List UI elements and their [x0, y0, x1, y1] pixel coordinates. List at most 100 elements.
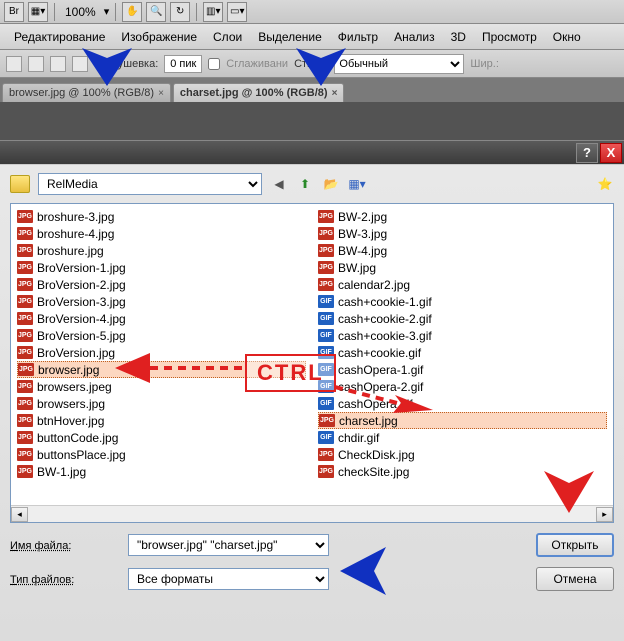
- menu-layers[interactable]: Слои: [205, 26, 250, 48]
- menu-3d[interactable]: 3D: [443, 26, 474, 48]
- jpg-file-icon: JPG: [17, 210, 33, 223]
- zoom-tool-icon[interactable]: 🔍: [146, 2, 166, 22]
- file-item[interactable]: GIFcashOpera.gif: [318, 395, 607, 412]
- doc-tab-label: charset.jpg @ 100% (RGB/8): [180, 87, 328, 99]
- file-item[interactable]: JPGbtnHover.jpg: [17, 412, 306, 429]
- file-name: BW-1.jpg: [37, 465, 86, 479]
- file-item[interactable]: JPGBW-2.jpg: [318, 208, 607, 225]
- file-item[interactable]: JPGBW-3.jpg: [318, 225, 607, 242]
- marquee-col-icon[interactable]: [72, 56, 88, 72]
- dialog-close-button[interactable]: X: [600, 143, 622, 163]
- file-name: checkSite.jpg: [338, 465, 409, 479]
- help-button[interactable]: ?: [576, 143, 598, 163]
- gif-file-icon: GIF: [318, 346, 334, 359]
- doc-tab-browser[interactable]: browser.jpg @ 100% (RGB/8) ×: [2, 83, 171, 102]
- file-item[interactable]: JPGbrowsers.jpeg: [17, 378, 306, 395]
- marquee-rect-icon[interactable]: [6, 56, 22, 72]
- file-name: broshure.jpg: [37, 244, 104, 258]
- menu-edit[interactable]: Редактирование: [6, 26, 113, 48]
- menu-view[interactable]: Просмотр: [474, 26, 545, 48]
- file-item[interactable]: JPGBroVersion-4.jpg: [17, 310, 306, 327]
- look-in-select[interactable]: RelMedia: [38, 173, 262, 195]
- scroll-left-icon[interactable]: ◂: [11, 507, 28, 522]
- file-item[interactable]: JPGbroshure-3.jpg: [17, 208, 306, 225]
- file-item[interactable]: JPGcharset.jpg: [318, 412, 607, 429]
- menu-image[interactable]: Изображение: [113, 26, 205, 48]
- file-item[interactable]: GIFchdir.gif: [318, 429, 607, 446]
- cancel-button[interactable]: Отмена: [536, 567, 614, 591]
- open-dialog: RelMedia ◀ ⬆ 📂 ▦▾ ⭐ JPGbroshure-3.jpgJPG…: [0, 164, 624, 641]
- file-name: chdir.gif: [338, 431, 379, 445]
- file-item[interactable]: GIFcash+cookie-3.gif: [318, 327, 607, 344]
- folder-icon: [10, 175, 30, 193]
- menu-window[interactable]: Окно: [545, 26, 589, 48]
- up-icon[interactable]: ⬆: [296, 175, 314, 193]
- file-item[interactable]: JPGbuttonsPlace.jpg: [17, 446, 306, 463]
- feather-input[interactable]: [164, 55, 202, 73]
- doc-tab-charset[interactable]: charset.jpg @ 100% (RGB/8) ×: [173, 83, 345, 102]
- file-item[interactable]: GIFcashOpera-1.gif: [318, 361, 607, 378]
- file-name: browser.jpg: [38, 363, 99, 377]
- hand-tool-icon[interactable]: ✋: [122, 2, 142, 22]
- filetype-select[interactable]: Все форматы: [128, 568, 329, 590]
- bridge-button[interactable]: Br: [4, 2, 24, 22]
- antialias-label: Сглаживани: [226, 58, 288, 70]
- layout-button[interactable]: ▦▾: [28, 2, 48, 22]
- new-folder-icon[interactable]: 📂: [322, 175, 340, 193]
- screen-mode-button[interactable]: ▭▾: [227, 2, 247, 22]
- file-item[interactable]: GIFcash+cookie.gif: [318, 344, 607, 361]
- favorites-icon[interactable]: ⭐: [596, 175, 614, 193]
- file-item[interactable]: JPG BW-1.jpg: [17, 463, 306, 480]
- menu-filter[interactable]: Фильтр: [330, 26, 386, 48]
- file-item[interactable]: JPGBW-4.jpg: [318, 242, 607, 259]
- marquee-ellipse-icon[interactable]: [28, 56, 44, 72]
- file-name: BW-3.jpg: [338, 227, 387, 241]
- file-name: btnHover.jpg: [37, 414, 104, 428]
- menu-select[interactable]: Выделение: [250, 26, 330, 48]
- open-button[interactable]: Открыть: [536, 533, 614, 557]
- rotate-tool-icon[interactable]: ↻: [170, 2, 190, 22]
- marquee-row-icon[interactable]: [50, 56, 66, 72]
- file-item[interactable]: JPGbuttonCode.jpg: [17, 429, 306, 446]
- filename-label: Имя файла:: [10, 538, 120, 552]
- file-item[interactable]: JPGbroshure-4.jpg: [17, 225, 306, 242]
- scroll-right-icon[interactable]: ▸: [596, 507, 613, 522]
- file-item[interactable]: GIFcashOpera-2.gif: [318, 378, 607, 395]
- file-list[interactable]: JPGbroshure-3.jpgJPGbroshure-4.jpgJPGbro…: [10, 203, 614, 523]
- gif-file-icon: GIF: [318, 312, 334, 325]
- file-item[interactable]: GIFcash+cookie-1.gif: [318, 293, 607, 310]
- file-item[interactable]: GIFcash+cookie-2.gif: [318, 310, 607, 327]
- file-item[interactable]: JPGBroVersion-1.jpg: [17, 259, 306, 276]
- file-item[interactable]: JPGBroVersion-3.jpg: [17, 293, 306, 310]
- file-item[interactable]: JPGBroVersion-2.jpg: [17, 276, 306, 293]
- file-name: browsers.jpeg: [37, 380, 112, 394]
- zoom-level[interactable]: 100%: [61, 5, 100, 19]
- back-icon[interactable]: ◀: [270, 175, 288, 193]
- file-item[interactable]: JPG browser.jpg: [17, 361, 306, 378]
- dropdown-icon[interactable]: ▾: [104, 5, 110, 18]
- jpg-file-icon: JPG: [18, 363, 34, 376]
- view-menu-icon[interactable]: ▦▾: [348, 175, 366, 193]
- jpg-file-icon: JPG: [17, 346, 33, 359]
- filename-input[interactable]: "browser.jpg" "charset.jpg": [128, 534, 329, 556]
- file-item[interactable]: JPGcheckSite.jpg: [318, 463, 607, 480]
- horizontal-scrollbar[interactable]: ◂ ▸: [11, 505, 613, 522]
- antialias-checkbox[interactable]: [208, 58, 220, 70]
- file-item[interactable]: JPGcalendar2.jpg: [318, 276, 607, 293]
- close-tab-icon[interactable]: ×: [332, 88, 338, 99]
- arrange-button[interactable]: ▥▾: [203, 2, 223, 22]
- menu-analysis[interactable]: Анализ: [386, 26, 443, 48]
- file-item[interactable]: JPGBroVersion.jpg: [17, 344, 306, 361]
- file-item[interactable]: JPGCheckDisk.jpg: [318, 446, 607, 463]
- file-name: BroVersion-4.jpg: [37, 312, 126, 326]
- file-item[interactable]: JPGBroVersion-5.jpg: [17, 327, 306, 344]
- jpg-file-icon: JPG: [17, 465, 33, 478]
- jpg-file-icon: JPG: [17, 278, 33, 291]
- file-item[interactable]: JPGbroshure.jpg: [17, 242, 306, 259]
- style-select[interactable]: Обычный: [334, 54, 464, 74]
- close-tab-icon[interactable]: ×: [158, 88, 164, 99]
- file-item[interactable]: JPGbrowsers.jpg: [17, 395, 306, 412]
- file-item[interactable]: JPGBW.jpg: [318, 259, 607, 276]
- jpg-file-icon: JPG: [17, 261, 33, 274]
- jpg-file-icon: JPG: [17, 227, 33, 240]
